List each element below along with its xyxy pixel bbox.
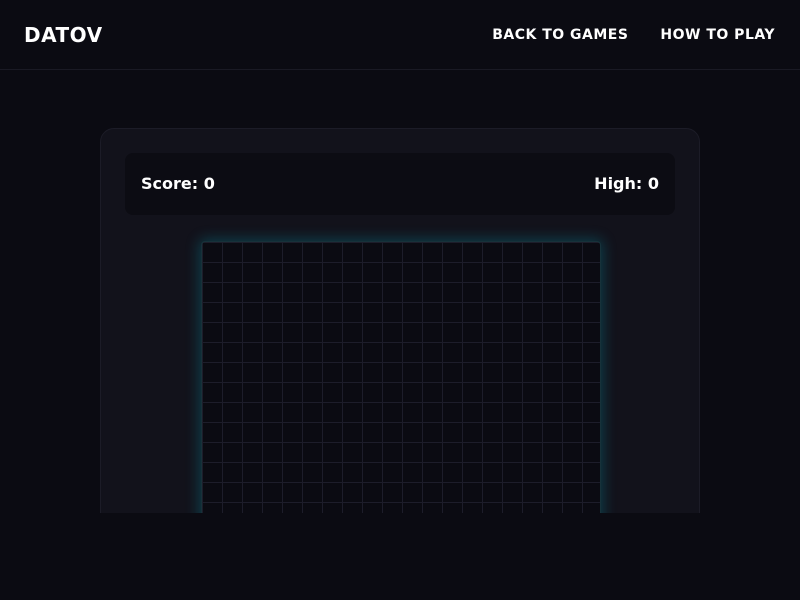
game-panel: Score: 0 High: 0 — [100, 128, 700, 528]
main-nav: BACK TO GAMES HOW TO PLAY — [492, 25, 775, 45]
score-bar: Score: 0 High: 0 — [125, 153, 675, 215]
game-board[interactable] — [201, 241, 601, 527]
top-bar: DATOV BACK TO GAMES HOW TO PLAY — [0, 0, 800, 70]
back-to-games-link[interactable]: BACK TO GAMES — [492, 25, 628, 45]
how-to-play-link[interactable]: HOW TO PLAY — [660, 25, 775, 45]
logo[interactable]: DATOV — [24, 22, 103, 48]
high-score-display: High: 0 — [594, 174, 659, 193]
score-display: Score: 0 — [141, 174, 215, 193]
page-footer-area — [0, 513, 800, 600]
